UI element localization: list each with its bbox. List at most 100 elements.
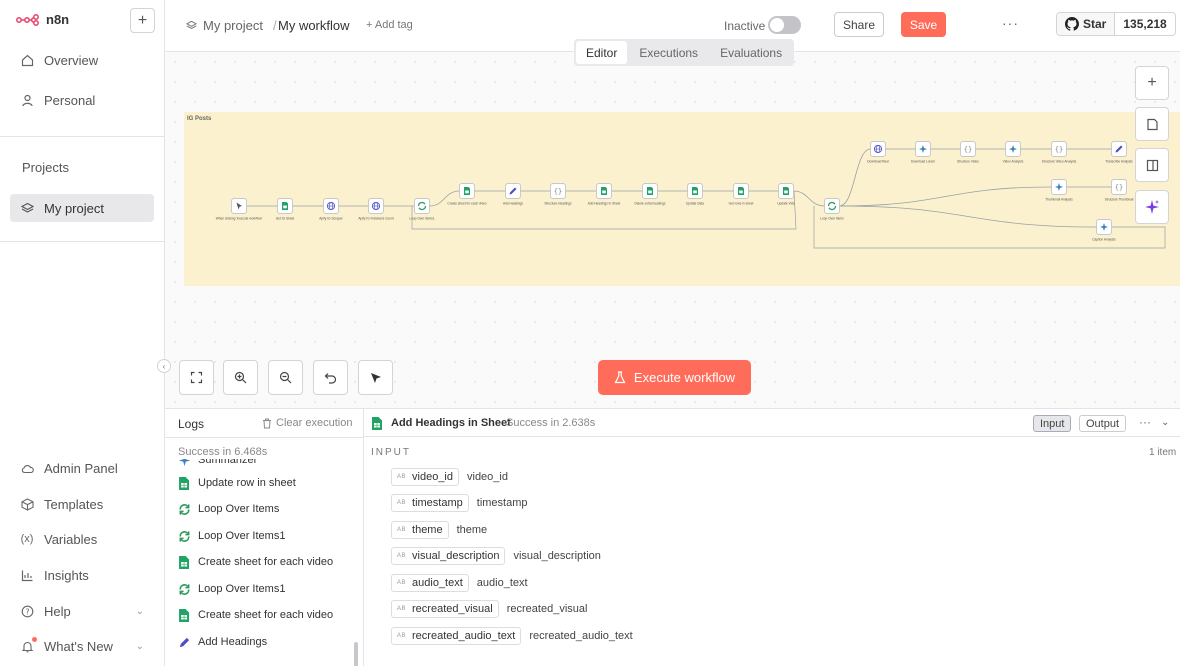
more-options-icon[interactable]: ··· <box>1139 415 1151 429</box>
field-key-pill[interactable]: AB visual_description <box>391 547 506 565</box>
workflow-node[interactable]: Transcribe Analysis <box>1105 141 1133 164</box>
log-item[interactable]: Create sheet for each video <box>178 606 333 624</box>
input-field-row[interactable]: AB visual_description visual_description <box>391 547 601 565</box>
svg-text:{}: {} <box>964 146 972 154</box>
workflow-node[interactable]: Apify IG Scraper <box>319 198 344 221</box>
github-star-button[interactable]: Star <box>1057 13 1116 35</box>
output-view-button[interactable]: Output <box>1079 415 1127 432</box>
tab-executions[interactable]: Executions <box>629 41 708 64</box>
workflow-node[interactable]: Caption Analysis <box>1092 219 1116 242</box>
user-icon <box>20 93 34 107</box>
field-key-pill[interactable]: AB theme <box>391 521 449 539</box>
workflow-node[interactable]: Apify IG Followers Count <box>358 198 394 221</box>
zoom-in-button[interactable] <box>223 360 258 395</box>
tab-editor[interactable]: Editor <box>576 41 628 64</box>
workflow-node[interactable]: {} Structure Headings <box>544 183 572 206</box>
nav-variables[interactable]: (x) Variables <box>10 525 154 553</box>
workflow-name[interactable]: My workflow <box>278 18 350 33</box>
nav-insights[interactable]: Insights <box>10 561 154 589</box>
workflow-node[interactable]: Create sheet for each video <box>447 183 487 206</box>
more-options-icon[interactable]: ··· <box>1002 15 1019 31</box>
breadcrumb[interactable]: My project / <box>186 18 277 33</box>
workflow-graph[interactable]: When clicking 'Execute workflow' Get IG S… <box>165 52 1180 408</box>
workflow-node[interactable]: Add Headings <box>503 183 523 206</box>
log-item[interactable]: Loop Over Items1 <box>178 527 285 545</box>
svg-text:{}: {} <box>554 188 562 196</box>
workflow-node[interactable]: {} Structure Thumbnail <box>1105 179 1134 202</box>
workflow-node[interactable]: Video Analysis <box>1003 141 1024 164</box>
log-item[interactable]: Summarizer <box>178 459 257 469</box>
panel-toggle-button[interactable] <box>1135 148 1169 182</box>
nav-templates[interactable]: Templates <box>10 490 154 518</box>
collapse-sidebar-button[interactable]: ‹ <box>157 359 171 373</box>
add-tag-link[interactable]: + Add tag <box>366 19 413 31</box>
logs-scrollbar[interactable] <box>354 642 358 666</box>
log-item[interactable]: Loop Over Items <box>178 500 279 518</box>
nav-help[interactable]: ? Help ⌄ <box>10 597 154 625</box>
input-field-row[interactable]: AB audio_text audio_text <box>391 574 528 592</box>
add-node-button[interactable]: + <box>1135 66 1169 100</box>
input-field-row[interactable]: AB timestamp timestamp <box>391 494 528 512</box>
field-key-pill[interactable]: AB timestamp <box>391 494 469 512</box>
input-section-label: INPUT <box>371 447 411 458</box>
clear-execution-button[interactable]: Clear execution <box>262 417 352 429</box>
workflow-node[interactable]: Download Reel <box>867 141 889 164</box>
chevron-down-icon: ⌄ <box>135 605 144 617</box>
input-field-row[interactable]: AB video_id video_id <box>391 468 508 486</box>
undo-button[interactable] <box>313 360 348 395</box>
log-list[interactable]: Summarizer Update row in sheet Loop Over I… <box>165 459 351 666</box>
field-key-pill[interactable]: AB recreated_visual <box>391 600 499 618</box>
field-value: recreated_visual <box>506 603 588 615</box>
zoom-in-icon <box>234 371 247 384</box>
nav-whats-new[interactable]: What's New ⌄ <box>10 632 154 660</box>
nav-admin-panel[interactable]: Admin Panel <box>10 454 154 482</box>
tab-evaluations[interactable]: Evaluations <box>710 41 792 64</box>
input-field-row[interactable]: AB theme theme <box>391 521 487 539</box>
save-button[interactable]: Save <box>901 12 946 37</box>
workflow-node[interactable]: Update Vids <box>777 183 795 206</box>
sparkle-icon <box>1145 200 1159 214</box>
workflow-node[interactable]: Get rows in sheet <box>729 183 754 206</box>
input-view-button[interactable]: Input <box>1033 415 1072 432</box>
input-field-row[interactable]: AB recreated_audio_text recreated_audio_te… <box>391 627 633 645</box>
zoom-out-button[interactable] <box>268 360 303 395</box>
workflow-node[interactable]: Download Lorem <box>911 141 935 164</box>
log-item[interactable]: Update row in sheet <box>178 474 296 492</box>
app-logo[interactable]: n8n <box>16 12 69 27</box>
workflow-node[interactable]: {} Structure Video Analysis <box>1042 141 1077 164</box>
share-button[interactable]: Share <box>834 12 884 37</box>
workflow-node[interactable]: Add Headings in Sheet <box>588 183 621 206</box>
ai-assistant-button[interactable] <box>1135 190 1169 224</box>
execute-workflow-button[interactable]: Execute workflow <box>598 360 751 395</box>
log-item[interactable]: Add Headings <box>178 633 267 651</box>
create-new-button[interactable]: + <box>130 8 155 33</box>
chevron-down-icon[interactable]: ⌄ <box>1161 417 1169 428</box>
nav-help-label: Help <box>44 603 71 619</box>
execute-workflow-label: Execute workflow <box>633 370 736 385</box>
workflow-node-label: Thumbnail Analysis <box>1045 198 1073 202</box>
log-item[interactable]: Create sheet for each video <box>178 553 333 571</box>
workflow-node[interactable]: Update Data <box>686 183 704 206</box>
workflow-node[interactable]: {} Structure Video <box>957 141 979 164</box>
tidy-up-button[interactable] <box>358 360 393 395</box>
input-field-row[interactable]: AB recreated_visual recreated_visual <box>391 600 587 618</box>
fit-view-button[interactable] <box>179 360 214 395</box>
active-toggle[interactable] <box>768 16 801 34</box>
workflow-node[interactable]: When clicking 'Execute workflow' <box>216 198 263 221</box>
workflow-node[interactable]: Thumbnail Analysis <box>1045 179 1073 202</box>
sticky-note-button[interactable] <box>1135 107 1169 141</box>
workflow-node[interactable]: Delete extra headings <box>634 183 666 206</box>
workflow-node[interactable]: Loop Over Items1 <box>409 198 435 221</box>
nav-overview[interactable]: Overview <box>10 46 154 74</box>
workflow-node[interactable]: Get IG Sheet <box>276 198 295 221</box>
field-key-pill[interactable]: AB video_id <box>391 468 459 486</box>
field-key-pill[interactable]: AB recreated_audio_text <box>391 627 522 645</box>
field-key-pill[interactable]: AB audio_text <box>391 574 469 592</box>
nav-whats-new-label: What's New <box>44 638 113 654</box>
breadcrumb-project[interactable]: My project <box>203 18 263 33</box>
sidebar-item-my-project[interactable]: My project <box>10 194 154 222</box>
workflow-node[interactable]: Loop Over Items <box>820 198 844 221</box>
log-item[interactable]: Loop Over Items1 <box>178 580 285 598</box>
github-star-widget[interactable]: Star 135,218 <box>1056 12 1176 36</box>
nav-personal[interactable]: Personal <box>10 86 154 114</box>
